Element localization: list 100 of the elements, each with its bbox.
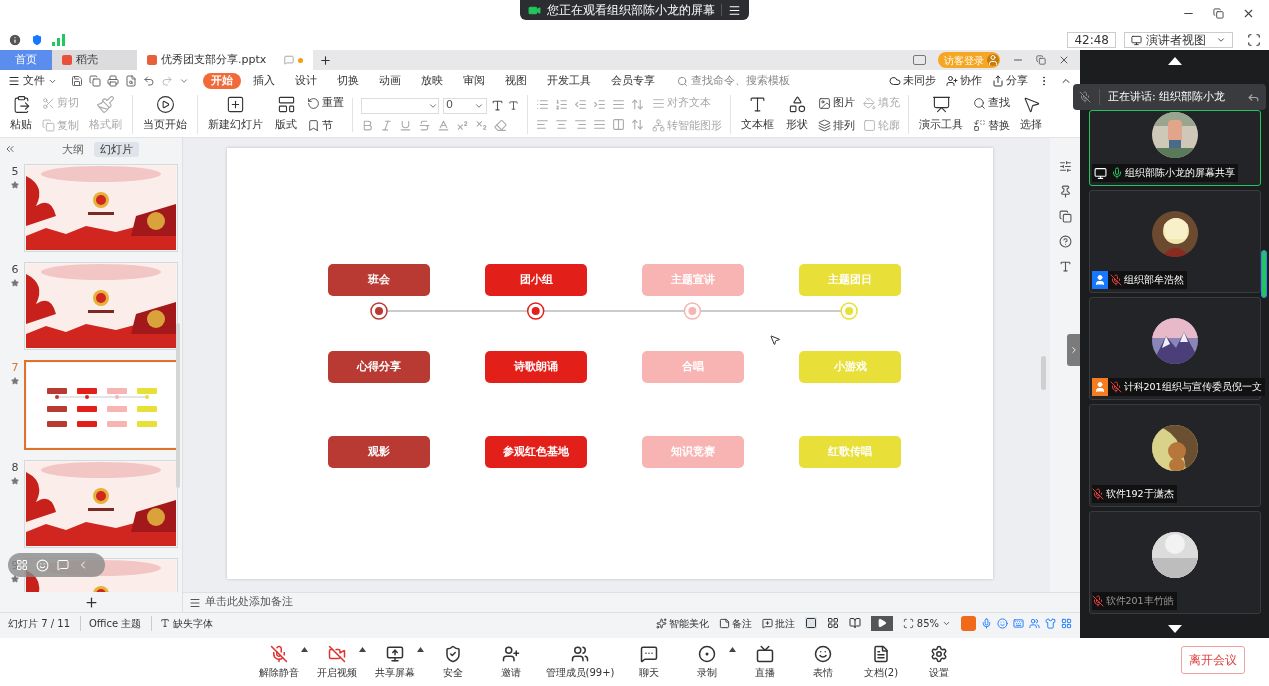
emoji-icon[interactable] xyxy=(36,558,49,572)
expand-handle[interactable] xyxy=(1067,334,1080,366)
menu-tab[interactable]: 视图 xyxy=(497,73,535,89)
scroll-down-icon[interactable] xyxy=(1167,625,1182,633)
participant-tile[interactable]: 组织部陈小龙的屏幕共享 xyxy=(1088,110,1261,186)
font-size-field[interactable]: 0 xyxy=(443,97,487,114)
menu-tab[interactable]: 会员专享 xyxy=(603,73,663,89)
toolbar-button[interactable]: 直播 xyxy=(736,644,794,680)
ribbon-button[interactable]: 演示工具 xyxy=(917,95,965,134)
info-icon[interactable] xyxy=(8,33,22,47)
tool-icon xyxy=(973,119,986,133)
shield-icon[interactable] xyxy=(30,33,44,47)
grow-font-icon[interactable] xyxy=(491,99,504,112)
participant-tile[interactable]: 组织部牟浩然 xyxy=(1088,190,1261,293)
document-tab[interactable]: 稻壳 xyxy=(52,50,137,70)
comments-button[interactable]: 批注 xyxy=(761,615,795,631)
document-tab[interactable]: 优秀团支部分享.pptx xyxy=(137,50,313,70)
scroll-up-icon[interactable] xyxy=(1167,57,1182,65)
toolbar-button[interactable]: 文档(2) xyxy=(852,644,910,680)
ribbon-button[interactable]: 文本框 xyxy=(739,95,776,134)
tool-icon xyxy=(307,96,320,110)
text-icon[interactable] xyxy=(1058,260,1072,273)
ribbon-button[interactable]: 选择 xyxy=(1018,95,1044,134)
close-icon[interactable] xyxy=(1058,54,1070,66)
ribbon-button[interactable]: 查找 xyxy=(973,95,1010,112)
file-menu[interactable]: 文件 xyxy=(8,72,57,90)
menu-icon[interactable] xyxy=(728,3,741,17)
toolbar-button[interactable]: 共享屏幕 xyxy=(366,644,424,680)
toolbar-button[interactable]: 表情 xyxy=(794,644,852,680)
ribbon-button[interactable]: 图片 xyxy=(818,95,855,112)
toolbar-button[interactable]: 邀请 xyxy=(482,644,540,680)
save-icon[interactable] xyxy=(71,75,83,87)
restore-icon[interactable] xyxy=(1036,55,1046,65)
restore-icon[interactable] xyxy=(1213,8,1224,19)
close-icon[interactable] xyxy=(1242,7,1255,20)
reading-view-icon[interactable] xyxy=(848,617,861,629)
ribbon-button[interactable]: 形状 xyxy=(784,95,810,134)
leave-meeting-button[interactable]: 离开会议 xyxy=(1181,646,1245,674)
ribbon-button[interactable]: 排列 xyxy=(818,117,855,134)
collapse-icon[interactable] xyxy=(4,143,16,155)
ribbon-button[interactable]: 重置 xyxy=(307,95,344,112)
add-slide-icon[interactable] xyxy=(83,594,99,610)
menu-tab[interactable]: 开发工具 xyxy=(539,73,599,89)
font-color-icon[interactable] xyxy=(437,118,450,132)
play-button[interactable] xyxy=(870,615,893,631)
ribbon-button[interactable]: 替换 xyxy=(973,117,1010,134)
fit-icon xyxy=(902,617,914,629)
menu-tab[interactable]: 审阅 xyxy=(455,73,493,89)
participant-tile[interactable]: 软件201丰竹皓 xyxy=(1088,511,1261,614)
toolbar-button[interactable]: 解除静音 xyxy=(250,644,308,680)
toolbar-button[interactable]: 管理成员(99+) xyxy=(540,644,620,680)
beautify-button[interactable]: 智能美化 xyxy=(655,615,709,631)
file-icon xyxy=(147,55,157,65)
menu-tab[interactable]: 放映 xyxy=(413,73,451,89)
grid-icon[interactable] xyxy=(16,559,28,571)
view-mode-dropdown[interactable]: 演讲者视图 xyxy=(1124,32,1233,48)
caret-icon[interactable] xyxy=(359,646,366,652)
ribbon-button[interactable]: 版式 xyxy=(273,95,299,134)
action-button[interactable]: 协作 xyxy=(946,72,982,90)
undo-icon[interactable] xyxy=(143,75,155,87)
menu-tab[interactable]: 设计 xyxy=(287,73,325,89)
ribbon-button[interactable]: 新建幻灯片 xyxy=(206,95,265,134)
print-icon[interactable] xyxy=(107,75,119,87)
copy-icon[interactable] xyxy=(1058,210,1072,223)
preview-icon[interactable] xyxy=(125,75,137,87)
toolbar-button[interactable]: 安全 xyxy=(424,644,482,680)
missing-fonts-link[interactable]: 缺失字体 xyxy=(173,615,214,631)
help-icon[interactable] xyxy=(1058,235,1072,248)
font-name-field[interactable] xyxy=(361,97,439,114)
notes-button[interactable]: 备注 xyxy=(718,615,752,631)
caret-icon[interactable] xyxy=(729,646,736,652)
ribbon-button[interactable]: 粘贴 xyxy=(8,95,34,134)
zoom-dropdown[interactable]: 85% xyxy=(902,615,951,631)
command-search-field[interactable]: 查找命令、搜索模板 xyxy=(677,72,790,90)
menu-tab[interactable]: 插入 xyxy=(245,73,283,89)
toolbar-button[interactable]: 聊天 xyxy=(620,644,678,680)
menu-tab[interactable]: 动画 xyxy=(371,73,409,89)
normal-view-icon[interactable] xyxy=(804,617,817,629)
toolbar-button[interactable]: 开启视频 xyxy=(308,644,366,680)
copy-icon[interactable] xyxy=(89,75,101,87)
panel-tab[interactable]: 大纲 xyxy=(56,141,90,157)
sorter-view-icon[interactable] xyxy=(826,617,839,629)
caret-icon[interactable] xyxy=(301,646,308,652)
participant-tile[interactable]: 软件192于潇杰 xyxy=(1088,404,1261,507)
shrink-font-icon[interactable] xyxy=(508,100,519,111)
menu-tab[interactable]: 切换 xyxy=(329,73,367,89)
comment-icon xyxy=(284,55,294,65)
action-button[interactable]: 未同步 xyxy=(889,72,936,90)
ribbon-button[interactable]: 节 xyxy=(307,117,344,134)
chat-icon[interactable] xyxy=(57,559,69,571)
ribbon-button[interactable]: 当页开始 xyxy=(141,95,189,134)
pin-icon[interactable] xyxy=(1058,185,1072,198)
toolbar-button[interactable]: 录制 xyxy=(678,644,736,680)
toolbar-button[interactable]: 设置 xyxy=(910,644,968,680)
panel-tab[interactable]: 幻灯片 xyxy=(94,141,139,157)
caret-icon[interactable] xyxy=(417,646,424,652)
action-button[interactable]: 分享 xyxy=(992,72,1028,90)
new-tab-icon[interactable] xyxy=(319,53,332,67)
fullscreen-icon[interactable] xyxy=(1247,33,1261,47)
settings-icon[interactable] xyxy=(1058,160,1072,173)
